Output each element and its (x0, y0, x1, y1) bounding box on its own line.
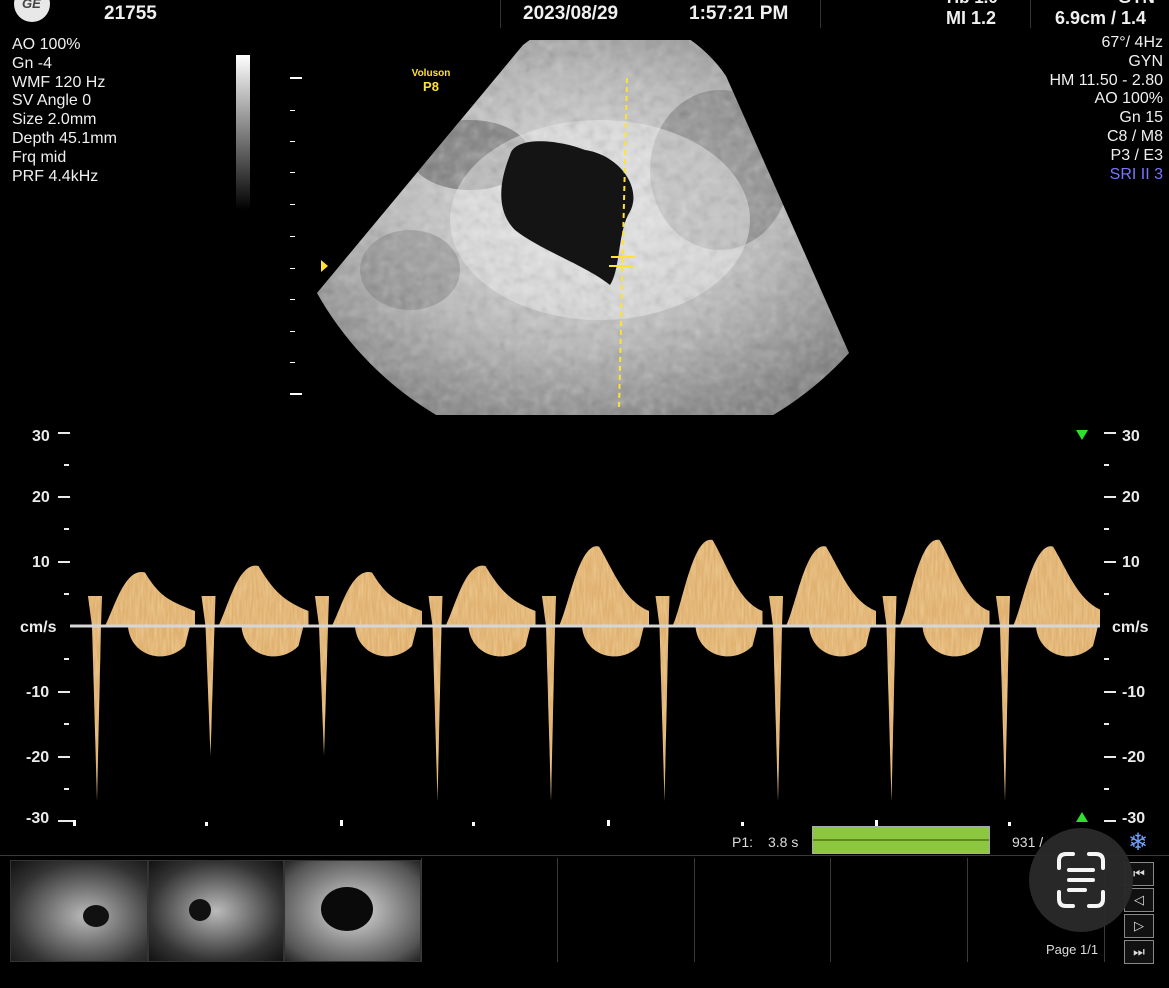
param-angle-rate: 67°/ 4Hz (1101, 34, 1163, 51)
thumbnail-2[interactable] (148, 860, 284, 962)
param-ao: AO 100% (12, 36, 81, 53)
param-size: Size 2.0mm (12, 111, 97, 129)
baseline-unit-left: cm/s (20, 619, 57, 636)
scale-left-20: 20 (32, 489, 50, 506)
cine-label: P1: (732, 834, 754, 850)
grayscale-bar (236, 55, 250, 210)
right-param-panel: 67°/ 4Hz GYN HM 11.50 - 2.80 AO 100% Gn … (1049, 34, 1163, 184)
top-header: GE 21755 2023/08/29 1:57:21 PM TIb 1.0 M… (0, 0, 1169, 30)
cine-duration: 3.8 s (768, 834, 799, 850)
scale-left-30: 30 (32, 428, 50, 445)
last-page-button[interactable]: ⏭ (1124, 940, 1154, 964)
baseline-unit-right: cm/s (1112, 619, 1149, 636)
doppler-spectrum-panel: 30 20 10 cm/s -10 -20 -30 30 20 10 cm/s … (0, 420, 1169, 840)
mi-index: MI 1.2 (946, 8, 997, 28)
bmode-sector-image (317, 40, 849, 415)
scale-left-neg30: -30 (26, 810, 50, 827)
exam-date: 2023/08/29 (523, 3, 619, 24)
exam-time: 1:57:21 PM (689, 3, 789, 24)
param-ao-right: AO 100% (1094, 90, 1163, 108)
param-frq: Frq mid (12, 148, 67, 166)
doppler-spectrum (70, 420, 1100, 830)
scale-right-neg20: -20 (1122, 749, 1146, 766)
left-param-panel: AO 100% Gn -4 WMF 120 Hz SV Angle 0 Size… (12, 36, 117, 186)
cine-progress-bar[interactable] (812, 826, 990, 854)
page-indicator: Page 1/1 (1046, 942, 1099, 957)
scale-right-10: 10 (1122, 554, 1140, 571)
scan-text-icon (1057, 852, 1105, 908)
ge-logo-icon: GE (14, 0, 50, 22)
param-wmf: WMF 120 Hz (12, 73, 106, 91)
param-hm: HM 11.50 - 2.80 (1049, 71, 1163, 89)
scale-right-20: 20 (1122, 489, 1140, 506)
scale-right-neg30: -30 (1122, 810, 1146, 827)
param-pe: P3 / E3 (1110, 146, 1163, 164)
scan-text-button[interactable] (1029, 828, 1133, 932)
scale-right-30: 30 (1122, 428, 1140, 445)
scale-left-neg20: -20 (26, 749, 50, 766)
depth-frame: 6.9cm / 1.4 (1055, 8, 1147, 28)
param-depth: Depth 45.1mm (12, 129, 117, 147)
param-gain: Gn -4 (12, 54, 53, 72)
scale-left-neg10: -10 (26, 684, 50, 701)
scale-left-10: 10 (32, 554, 50, 571)
param-preset: GYN (1128, 52, 1163, 70)
preset-label-top: GYN (1118, 0, 1155, 8)
param-prf: PRF 4.4kHz (12, 167, 99, 185)
tib-index: TIb 1.0 (944, 0, 998, 8)
param-gain-right: Gn 15 (1119, 109, 1163, 127)
scale-right-neg10: -10 (1122, 684, 1146, 701)
param-sv-angle: SV Angle 0 (12, 92, 92, 110)
param-sri: SRI II 3 (1109, 165, 1163, 183)
thumbnail-3[interactable] (284, 860, 421, 962)
param-cm: C8 / M8 (1106, 127, 1163, 145)
thumbnail-1[interactable] (10, 860, 148, 962)
patient-id: 21755 (104, 3, 157, 24)
